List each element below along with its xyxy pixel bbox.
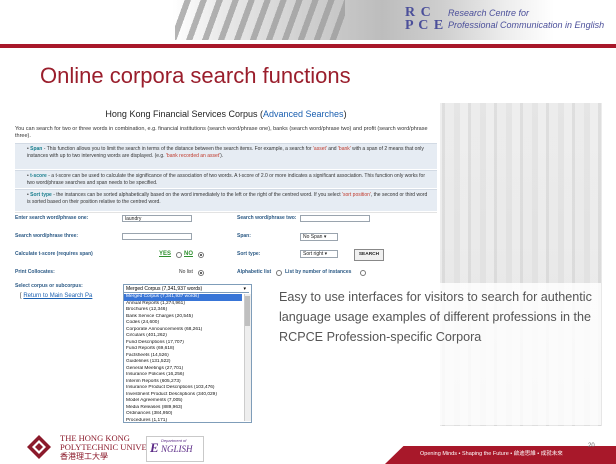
tscore-no-label: NO: [184, 251, 193, 257]
intro-text: You can search for two or three words in…: [15, 126, 428, 139]
span-info-box: • Span - This function allows you to lim…: [15, 143, 437, 169]
span-quote-2: 'bank': [337, 146, 351, 152]
span-desc-1: - This function allows you to limit the …: [42, 146, 313, 152]
tscore-heading: t-score: [30, 173, 47, 179]
list-by-number-radio[interactable]: [360, 270, 366, 276]
corpus-screenshot: Hong Kong Financial Services Corpus (Adv…: [12, 103, 602, 426]
span-select[interactable]: No Span ▾: [300, 233, 338, 241]
tscore-bullet: • t-score - a t-score can be used to cal…: [27, 173, 425, 186]
polyu-name-chinese: 香港理工大學: [60, 452, 108, 461]
span-quote-1: 'asset': [312, 146, 327, 152]
centre-name-line2: Professional Communication in English: [448, 20, 605, 30]
search-button[interactable]: SEARCH: [354, 249, 384, 261]
span-heading: Span: [30, 146, 43, 152]
return-link-wrap: [ Return to Main Search Pa: [20, 292, 92, 300]
span-desc-2: and: [326, 146, 338, 152]
corpus-dropdown-value: Merged Corpus (7,341,937 words) ▾: [124, 285, 249, 293]
span-bullet: • Span - This function allows you to lim…: [27, 146, 424, 159]
form-divider: [15, 212, 437, 213]
tscore-yes-label: YES: [159, 251, 172, 257]
corpus-title-end: ): [343, 109, 347, 119]
tscore-no-radio[interactable]: [198, 252, 204, 258]
span-select-value: No Span: [303, 234, 323, 240]
slide: R C P C E Research Centre for Profession…: [0, 0, 616, 464]
no-list-radio[interactable]: [198, 270, 204, 276]
alphabetic-list-label: Alphabetic list: [237, 269, 272, 275]
sort-desc-1: - the instances can be sorted alphabetic…: [51, 192, 342, 198]
corpus-selected-value: Merged Corpus (7,341,937 words): [126, 286, 203, 292]
sort-info-box: • Sort type - the instances can be sorte…: [15, 189, 437, 211]
word-two-label: Search word/phrase two:: [237, 215, 297, 221]
callout-text: Easy to use interfaces for visitors to s…: [279, 290, 592, 344]
tscore-info-box: • t-score - a t-score can be used to cal…: [15, 170, 437, 188]
slide-title: Online corpora search functions: [40, 63, 351, 88]
rcpce-mark-line2: P C E: [405, 18, 445, 33]
page-number: 20: [588, 443, 595, 449]
sort-type-select[interactable]: Sort right ▾: [300, 250, 338, 258]
alphabetic-list-radio[interactable]: [276, 270, 282, 276]
header-stripes: [175, 0, 345, 40]
span-quote-3: 'bank recorded an asset': [165, 152, 221, 159]
english-dept-logo: E Department of NGLISH: [146, 436, 204, 462]
header-red-rule: [0, 44, 616, 48]
list-by-number-label: List by number of instances: [285, 269, 352, 275]
corpus-dropdown[interactable]: Merged Corpus (7,341,937 words) ▾ Merged …: [123, 284, 252, 423]
span-desc-4: ).: [220, 152, 224, 159]
tscore-label: Calculate t-score (requires span): [15, 251, 93, 257]
span-label: Span:: [237, 233, 251, 239]
polyu-emblem-icon: [27, 435, 51, 459]
dropdown-arrow-icon: ▾: [243, 286, 246, 292]
select-corpus-label: Select corpus or subcorpus:: [15, 283, 83, 289]
word-three-label: Search word/phrase three:: [15, 233, 79, 239]
word-two-input[interactable]: [300, 215, 370, 222]
tscore-yes-radio[interactable]: [176, 252, 182, 258]
sort-quote: 'sort position': [341, 192, 371, 198]
no-list-label: No list: [179, 269, 193, 275]
centre-name-line1: Research Centre for: [448, 8, 530, 18]
sort-heading: Sort type: [30, 192, 52, 198]
advanced-searches-link[interactable]: Advanced Searches: [263, 109, 344, 119]
corpus-option-list: Merged Corpus (7,341,937 words) Annual R…: [124, 294, 242, 424]
dropdown-scrollbar[interactable]: [244, 294, 251, 421]
print-collocates-label: Print Collocates:: [15, 269, 55, 275]
word-three-input[interactable]: [122, 233, 192, 240]
tscore-desc: - a t-score can be used to calculate the…: [27, 173, 425, 186]
sort-type-label: Sort type:: [237, 251, 261, 257]
word-one-label: Enter search word/phrase one:: [15, 215, 89, 221]
dropdown-scroll-thumb[interactable]: [245, 296, 250, 326]
return-main-search-link[interactable]: Return to Main Search Pa: [23, 293, 92, 299]
footer-tagline: Opening Minds • Shaping the Future • 啟迪思…: [420, 451, 563, 457]
english-logo-e: E: [150, 440, 159, 455]
corpus-page-title: Hong Kong Financial Services Corpus (Adv…: [12, 109, 440, 120]
word-one-input[interactable]: laundry: [122, 215, 192, 222]
rcpce-logo: R C P C E Research Centre for Profession…: [405, 6, 605, 36]
callout-box: Easy to use interfaces for visitors to s…: [269, 283, 601, 425]
sort-bullet: • Sort type - the instances can be sorte…: [27, 192, 428, 205]
sort-type-value: Sort right: [303, 251, 324, 257]
header-band: R C P C E Research Centre for Profession…: [0, 0, 616, 40]
corpus-title-main: Hong Kong Financial Services Corpus (: [105, 109, 263, 119]
corpus-option[interactable]: Procedures (1,171): [124, 418, 242, 425]
english-logo-text: NGLISH: [161, 444, 193, 454]
